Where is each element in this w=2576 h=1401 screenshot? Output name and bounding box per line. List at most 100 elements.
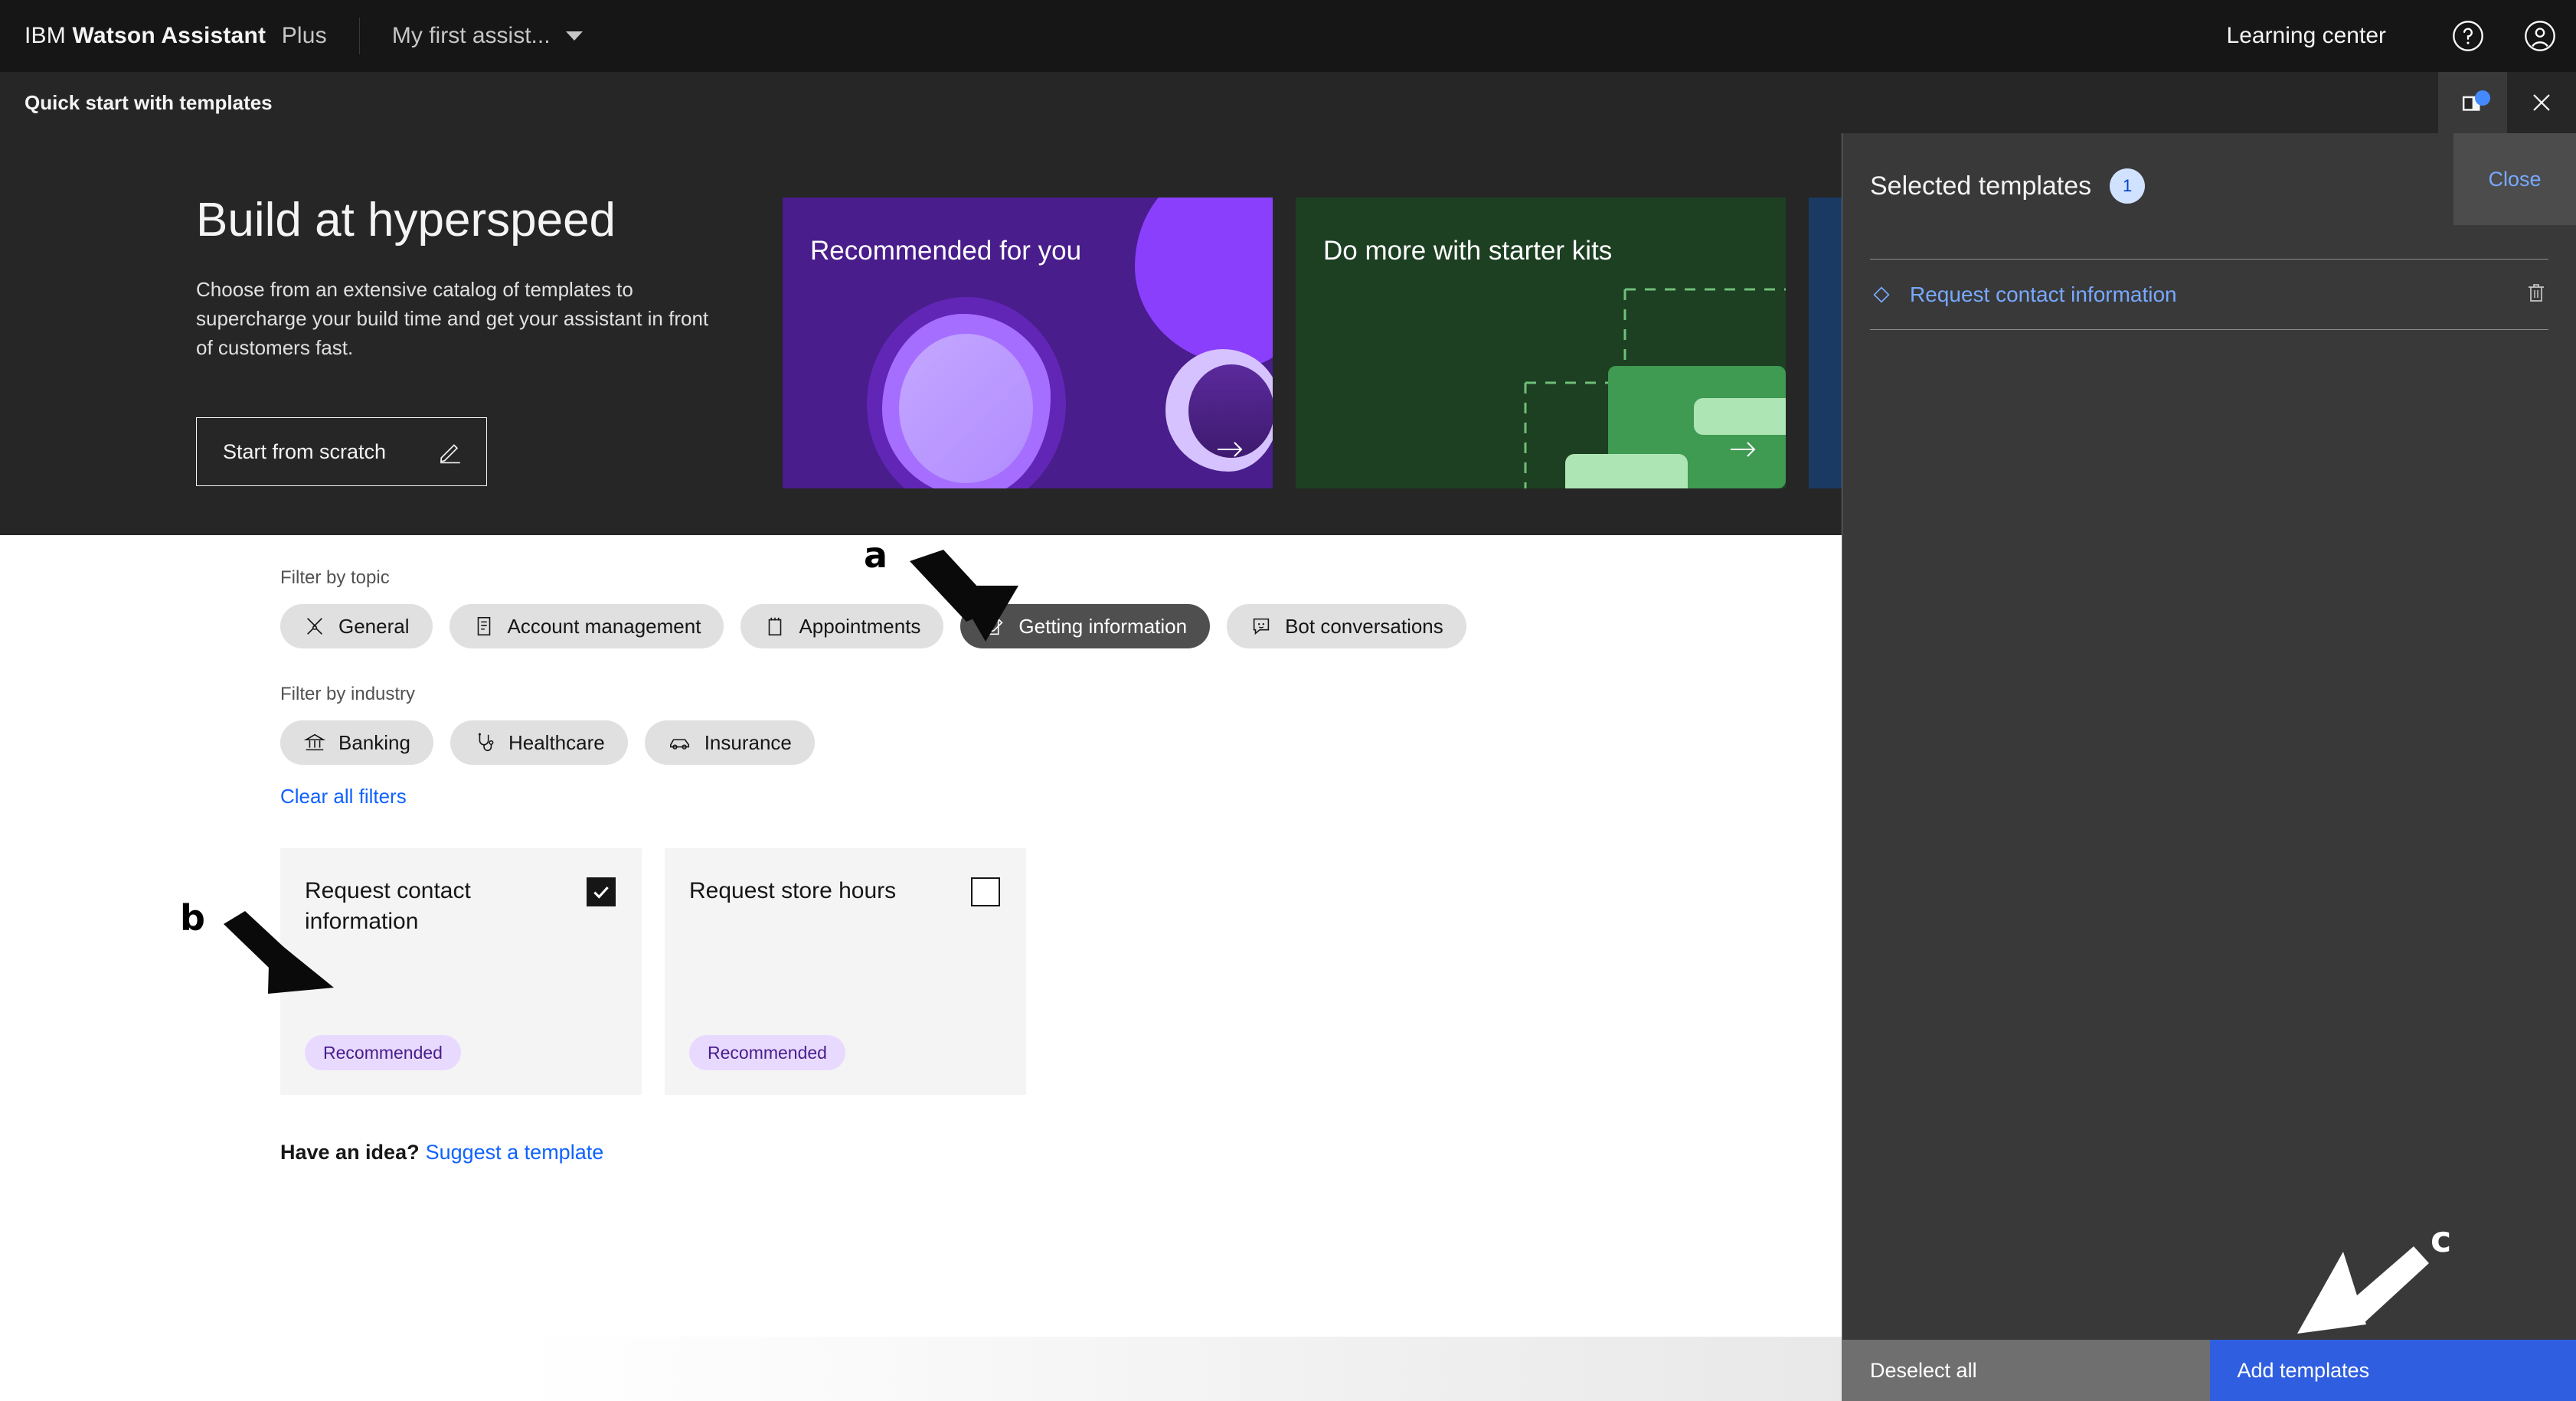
brand-prefix: IBM xyxy=(25,23,66,48)
promo-card-recommended[interactable]: Recommended for you xyxy=(783,198,1273,488)
promo-card-third[interactable] xyxy=(1809,198,1842,488)
learning-center-link[interactable]: Learning center xyxy=(2227,23,2432,49)
trash-icon xyxy=(2529,284,2544,302)
template-card-request-store-hours[interactable]: Request store hours Recommended xyxy=(665,848,1026,1095)
chip-healthcare[interactable]: Healthcare xyxy=(449,720,628,765)
add-templates-button[interactable]: Add templates xyxy=(2209,1340,2576,1401)
annotation-label-a: a xyxy=(864,534,888,576)
chip-general[interactable]: General xyxy=(280,604,433,648)
template-card-tag: Recommended xyxy=(689,1035,845,1070)
panel-action-bar: Deselect all Add templates xyxy=(1842,1340,2576,1401)
annotation-label-b: b xyxy=(180,897,205,939)
app-root: IBM Watson Assistant Plus My first assis… xyxy=(0,0,2576,1401)
chip-account-management[interactable]: Account management xyxy=(449,604,724,648)
document-list-icon xyxy=(477,616,490,636)
product-brand[interactable]: IBM Watson Assistant Plus xyxy=(0,23,327,49)
template-card-title: Request store hours xyxy=(689,878,897,903)
code-diamond-icon xyxy=(1873,286,1890,303)
user-avatar-icon xyxy=(2525,21,2555,51)
panel-badge-dot xyxy=(2475,90,2490,106)
promo-card-row: Recommended for you Do more with starter… xyxy=(783,198,1842,488)
chip-bot-conversations[interactable]: Bot conversations xyxy=(1227,604,1466,648)
close-icon xyxy=(2533,94,2550,111)
brand-name: Watson Assistant xyxy=(72,23,266,48)
suggest-template-link[interactable]: Suggest a template xyxy=(426,1141,604,1164)
suggest-template-row: Have an idea? Suggest a template xyxy=(280,1141,1842,1164)
selected-template-label: Request contact information xyxy=(1910,282,2177,306)
assistant-switcher[interactable]: My first assist... xyxy=(392,23,583,49)
template-browser: Filter by topic General Account manageme… xyxy=(0,535,1842,1401)
edit-pencil-icon xyxy=(440,444,460,464)
chip-label: Appointments xyxy=(799,614,921,638)
arrow-right-icon xyxy=(1218,442,1243,457)
template-card-tag: Recommended xyxy=(305,1035,461,1070)
stethoscope-icon xyxy=(478,733,494,752)
chip-label: General xyxy=(338,614,410,638)
selected-template-row[interactable]: Request contact information xyxy=(1870,260,2548,330)
suggest-template-question: Have an idea? xyxy=(280,1141,420,1164)
content-bottom-fade xyxy=(0,1337,1842,1401)
filter-industry-label: Filter by industry xyxy=(280,684,416,704)
chip-label: Healthcare xyxy=(508,730,605,754)
chip-banking[interactable]: Banking xyxy=(280,720,433,765)
promo-card-title: Recommended for you xyxy=(810,236,1082,266)
panel-header-actions xyxy=(2438,72,2576,133)
assistant-name: My first assist... xyxy=(391,23,551,48)
chip-label: Bot conversations xyxy=(1285,614,1443,638)
hero-paragraph: Choose from an extensive catalog of temp… xyxy=(196,278,709,359)
header-divider xyxy=(358,18,360,54)
promo-card-title: Do more with starter kits xyxy=(1323,236,1613,266)
start-from-scratch-button[interactable]: Start from scratch xyxy=(196,417,487,487)
panel-header: Quick start with templates xyxy=(0,72,2576,133)
template-card-checkbox[interactable] xyxy=(971,877,1000,906)
clear-all-filters-link[interactable]: Clear all filters xyxy=(280,785,407,808)
page-title: Quick start with templates xyxy=(25,90,273,114)
close-panel-text-button[interactable]: Close xyxy=(2453,133,2576,225)
selected-templates-header: Selected templates 1 Close xyxy=(1842,133,2576,225)
tools-icon xyxy=(307,618,322,635)
help-circle-icon xyxy=(2453,21,2483,51)
hero-heading: Build at hyperspeed xyxy=(196,194,616,247)
selected-count-badge: 1 xyxy=(2110,168,2146,204)
annotation-label-c: c xyxy=(2431,1219,2452,1260)
template-card-request-contact-information[interactable]: Request contact information Recommended xyxy=(280,848,642,1095)
template-card-title: Request contact information xyxy=(305,878,471,934)
selected-templates-panel: Selected templates 1 Close Request conta… xyxy=(1842,133,2576,1401)
selected-template-link[interactable]: Request contact information xyxy=(1870,282,2177,307)
close-panel-button[interactable] xyxy=(2507,72,2576,133)
chip-insurance[interactable]: Insurance xyxy=(644,720,815,765)
chip-label: Insurance xyxy=(704,730,792,754)
template-card-checkbox[interactable] xyxy=(587,877,616,906)
chip-getting-information[interactable]: Getting information xyxy=(960,604,1211,648)
arrow-right-icon xyxy=(1731,442,1756,457)
chip-label: Banking xyxy=(338,730,410,754)
brand-plan: Plus xyxy=(281,23,327,48)
promo-card-arrow[interactable] xyxy=(1216,439,1245,464)
topic-filter-chips: General Account management Appointments xyxy=(280,604,1842,648)
promo-card-starter-kits[interactable]: Do more with starter kits xyxy=(1296,198,1786,488)
help-button[interactable] xyxy=(2432,0,2504,72)
bank-icon xyxy=(303,733,326,751)
chip-appointments[interactable]: Appointments xyxy=(740,604,944,648)
hero-copy: Build at hyperspeed Choose from an exten… xyxy=(196,194,778,487)
promo-card-arrow[interactable] xyxy=(1729,439,1758,464)
header-actions: Learning center xyxy=(2227,0,2576,72)
global-header: IBM Watson Assistant Plus My first assis… xyxy=(0,0,2576,72)
industry-filter-chips: Banking Healthcare Insurance xyxy=(280,720,1842,765)
start-from-scratch-label: Start from scratch xyxy=(223,439,387,463)
selected-templates-title: Selected templates xyxy=(1870,171,2092,201)
edit-note-icon xyxy=(988,617,1003,635)
hero-section: Build at hyperspeed Choose from an exten… xyxy=(0,133,1842,535)
toggle-side-panel-button[interactable] xyxy=(2438,72,2507,133)
template-card-grid: Request contact information Recommended … xyxy=(280,848,1842,1095)
delete-selected-template-button[interactable] xyxy=(2524,280,2548,309)
car-icon xyxy=(669,739,689,749)
chip-label: Account management xyxy=(507,614,701,638)
chip-label: Getting information xyxy=(1018,614,1188,638)
calendar-icon xyxy=(769,617,782,636)
deselect-all-button[interactable]: Deselect all xyxy=(1842,1340,2210,1401)
checkbox-checked-icon xyxy=(593,887,609,899)
account-button[interactable] xyxy=(2504,0,2576,72)
filter-topic-label: Filter by topic xyxy=(280,567,390,588)
chevron-down-icon xyxy=(565,31,583,41)
